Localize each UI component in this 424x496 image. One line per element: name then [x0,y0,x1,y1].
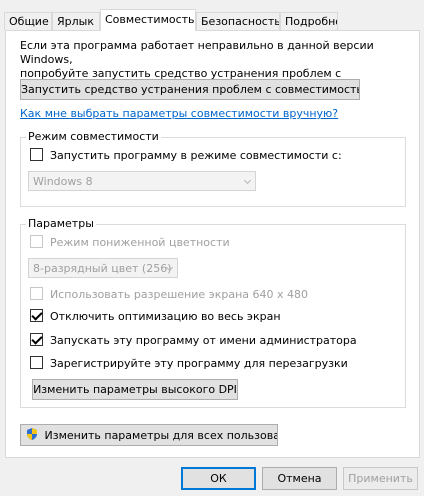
checkbox-box [30,333,43,346]
run-in-mode-label: Запустить программу в режиме совместимос… [50,149,342,162]
res-640-checkbox [30,287,44,301]
disable-fullscreen-checkbox[interactable] [30,309,44,323]
checkbox-box [30,148,43,161]
tab-shortcut[interactable]: Ярлык [52,12,100,30]
ok-button[interactable]: ОК [181,467,256,490]
tab-compatibility-label: Совместимость [105,13,195,26]
reduced-color-checkbox [30,235,44,249]
tab-strip: Общие Ярлык Совместимость Безопасность П… [4,9,424,31]
tab-security-label: Безопасность [201,15,280,28]
cancel-button[interactable]: Отмена [262,467,337,490]
color-depth-select: 8-разрядный цвет (256) [28,258,178,278]
help-link[interactable]: Как мне выбрать параметры совместимости … [20,107,338,120]
checkbox-box [30,287,43,300]
apply-button[interactable]: Применить [343,467,418,490]
disable-fullscreen-label: Отключить оптимизацию во весь экран [50,310,281,323]
register-restart-label: Зарегистрируйте эту программу для переза… [50,357,348,370]
shield-icon [25,427,39,445]
tab-details[interactable]: Подробно [280,12,338,30]
tab-general[interactable]: Общие [4,12,52,30]
register-restart-checkbox[interactable] [30,356,44,370]
intro-line-1: Если эта программа работает неправильно … [20,39,374,66]
apply-button-label: Применить [348,472,413,485]
checkbox-box [30,235,43,248]
run-as-admin-label: Запускать эту программу от имени админис… [50,334,357,347]
checkbox-box [30,356,43,369]
all-users-button-label: Изменить параметры для всех пользователе… [44,429,278,442]
color-depth-value: 8-разрядный цвет (256) [33,262,172,275]
compat-mode-title: Режим совместимости [26,130,161,143]
high-dpi-button[interactable]: Изменить параметры высокого DPI [32,379,238,400]
troubleshooter-button-label: Запустить средство устранения проблем с … [21,83,360,96]
run-in-mode-checkbox[interactable] [30,148,44,162]
settings-title: Параметры [26,217,96,230]
tab-security[interactable]: Безопасность [196,12,280,30]
high-dpi-button-label: Изменить параметры высокого DPI [33,383,237,396]
compatibility-page: Если эта программа работает неправильно … [5,30,420,458]
all-users-button[interactable]: Изменить параметры для всех пользователе… [20,424,278,446]
tab-shortcut-label: Ярлык [57,15,94,28]
res-640-label: Использовать разрешение экрана 640 x 480 [50,288,308,301]
chevron-down-icon [243,176,252,185]
troubleshooter-button[interactable]: Запустить средство устранения проблем с … [20,79,360,100]
ok-button-label: ОК [210,472,227,485]
tab-compatibility[interactable]: Совместимость [100,9,196,31]
os-select: Windows 8 [28,171,256,191]
run-as-admin-checkbox[interactable] [30,333,44,347]
tab-details-label: Подробно [285,15,338,28]
os-select-value: Windows 8 [33,175,93,188]
reduced-color-label: Режим пониженной цветности [50,236,230,249]
checkbox-box [30,309,43,322]
cancel-button-label: Отмена [277,472,322,485]
tab-general-label: Общие [9,15,49,28]
